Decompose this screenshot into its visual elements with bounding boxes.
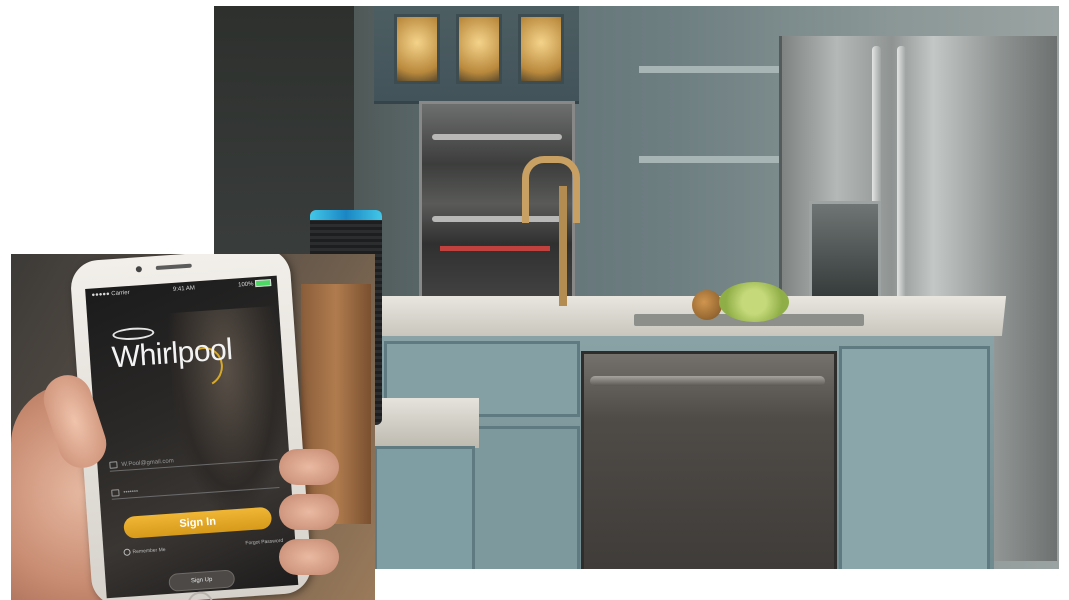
remember-label: Remember Me: [132, 546, 166, 556]
radio-icon: [123, 548, 131, 556]
sign-up-button[interactable]: Sign Up: [168, 569, 236, 592]
faucet-post: [559, 186, 567, 306]
upper-cabinets: [374, 6, 579, 104]
login-links: Remember Me Forgot Password: [123, 538, 283, 556]
faucet-neck: [522, 156, 580, 223]
lock-icon: [111, 489, 120, 497]
smartphone: ●●●●● Carrier 9:41 AM 100% Whirlpool W.P…: [69, 254, 313, 600]
login-screen: ●●●●● Carrier 9:41 AM 100% Whirlpool W.P…: [85, 275, 299, 599]
forgot-password-link[interactable]: Forgot Password: [245, 538, 283, 548]
island-end-panel: [839, 346, 990, 569]
glass-cabinet-door: [394, 14, 440, 84]
finger: [279, 539, 339, 575]
phone-photo: ●●●●● Carrier 9:41 AM 100% Whirlpool W.P…: [11, 254, 375, 600]
glass-cabinet-door: [518, 14, 564, 84]
finger: [279, 449, 339, 485]
oven-handle: [432, 134, 562, 140]
battery-percent: 100%: [238, 281, 254, 289]
mail-icon: [109, 461, 118, 469]
email-value: W.Pool@gmail.com: [121, 458, 175, 468]
dishwasher: [581, 351, 837, 569]
finger: [279, 494, 339, 530]
glass-cabinet-door: [456, 14, 502, 84]
wood-background: [301, 284, 371, 524]
pear: [692, 290, 722, 320]
earpiece: [155, 263, 192, 271]
password-value: •••••••: [123, 488, 139, 496]
faucet: [514, 156, 580, 306]
wall-shelf: [639, 66, 779, 73]
wall-shelf: [639, 156, 779, 163]
status-carrier: ●●●●● Carrier: [91, 289, 130, 299]
dishwasher-handle: [590, 376, 825, 386]
remember-me-toggle[interactable]: Remember Me: [123, 546, 166, 556]
status-battery: 100%: [238, 279, 272, 289]
status-bar: ●●●●● Carrier 9:41 AM 100%: [85, 276, 278, 303]
sign-in-button[interactable]: Sign In: [123, 506, 273, 539]
speaker-light-ring: [310, 210, 382, 220]
camera-icon: [135, 266, 143, 273]
side-countertop: [374, 398, 479, 448]
side-cabinet: [374, 446, 475, 569]
grapes: [719, 282, 789, 322]
battery-icon: [254, 279, 272, 288]
status-time: 9:41 AM: [172, 285, 196, 293]
fridge-handle: [897, 46, 906, 336]
